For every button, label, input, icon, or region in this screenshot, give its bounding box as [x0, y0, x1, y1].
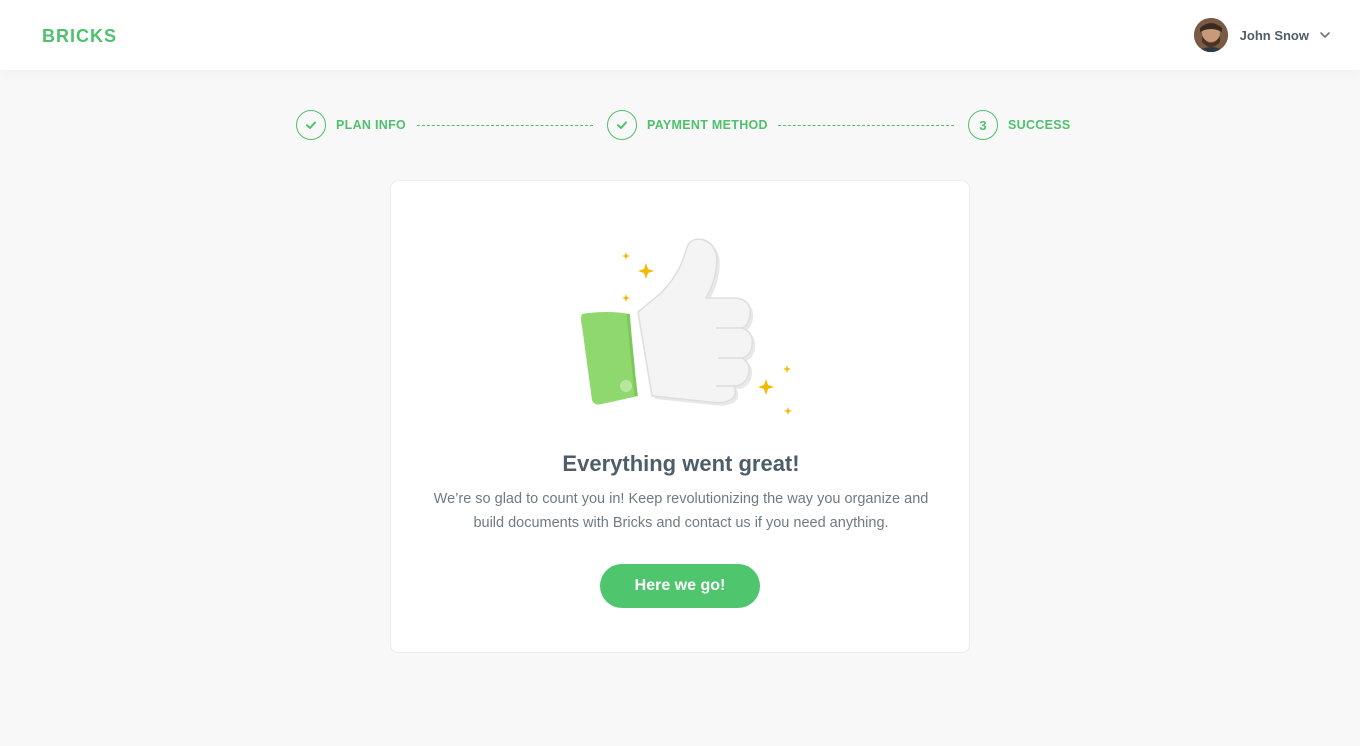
brand-logo[interactable]: BRICKS — [42, 26, 117, 47]
here-we-go-button[interactable]: Here we go! — [600, 564, 760, 608]
check-icon — [306, 121, 316, 129]
step-number: 3 — [968, 110, 998, 140]
step-label: PLAN INFO — [336, 118, 407, 132]
step-label: SUCCESS — [1008, 118, 1071, 132]
step-connector — [778, 125, 954, 126]
top-bar: BRICKS John Snow — [0, 0, 1360, 70]
success-message: We’re so glad to count you in! Keep revo… — [433, 491, 929, 531]
success-title: Everything went great! — [562, 451, 800, 476]
step-success[interactable]: 3 SUCCESS — [968, 110, 1071, 140]
step-plan-info[interactable]: PLAN INFO — [296, 110, 406, 140]
avatar-photo-icon — [1193, 18, 1228, 52]
user-name[interactable]: John Snow — [1240, 28, 1309, 43]
checkout-stepper: PLAN INFO PAYMENT METHOD 3 SUCCESS — [296, 110, 1070, 140]
thumbs-up-icon — [581, 238, 792, 415]
step-label: PAYMENT METHOD — [647, 118, 768, 132]
step-complete-marker — [607, 110, 637, 140]
step-complete-marker — [296, 110, 326, 140]
user-menu[interactable]: John Snow — [1193, 18, 1331, 52]
step-payment-method[interactable]: PAYMENT METHOD — [607, 110, 768, 140]
check-icon — [617, 121, 627, 129]
success-card: Everything went great! We’re so glad to … — [390, 180, 970, 653]
step-connector — [417, 125, 593, 126]
avatar[interactable] — [1193, 18, 1228, 52]
chevron-down-icon[interactable] — [1319, 29, 1331, 41]
